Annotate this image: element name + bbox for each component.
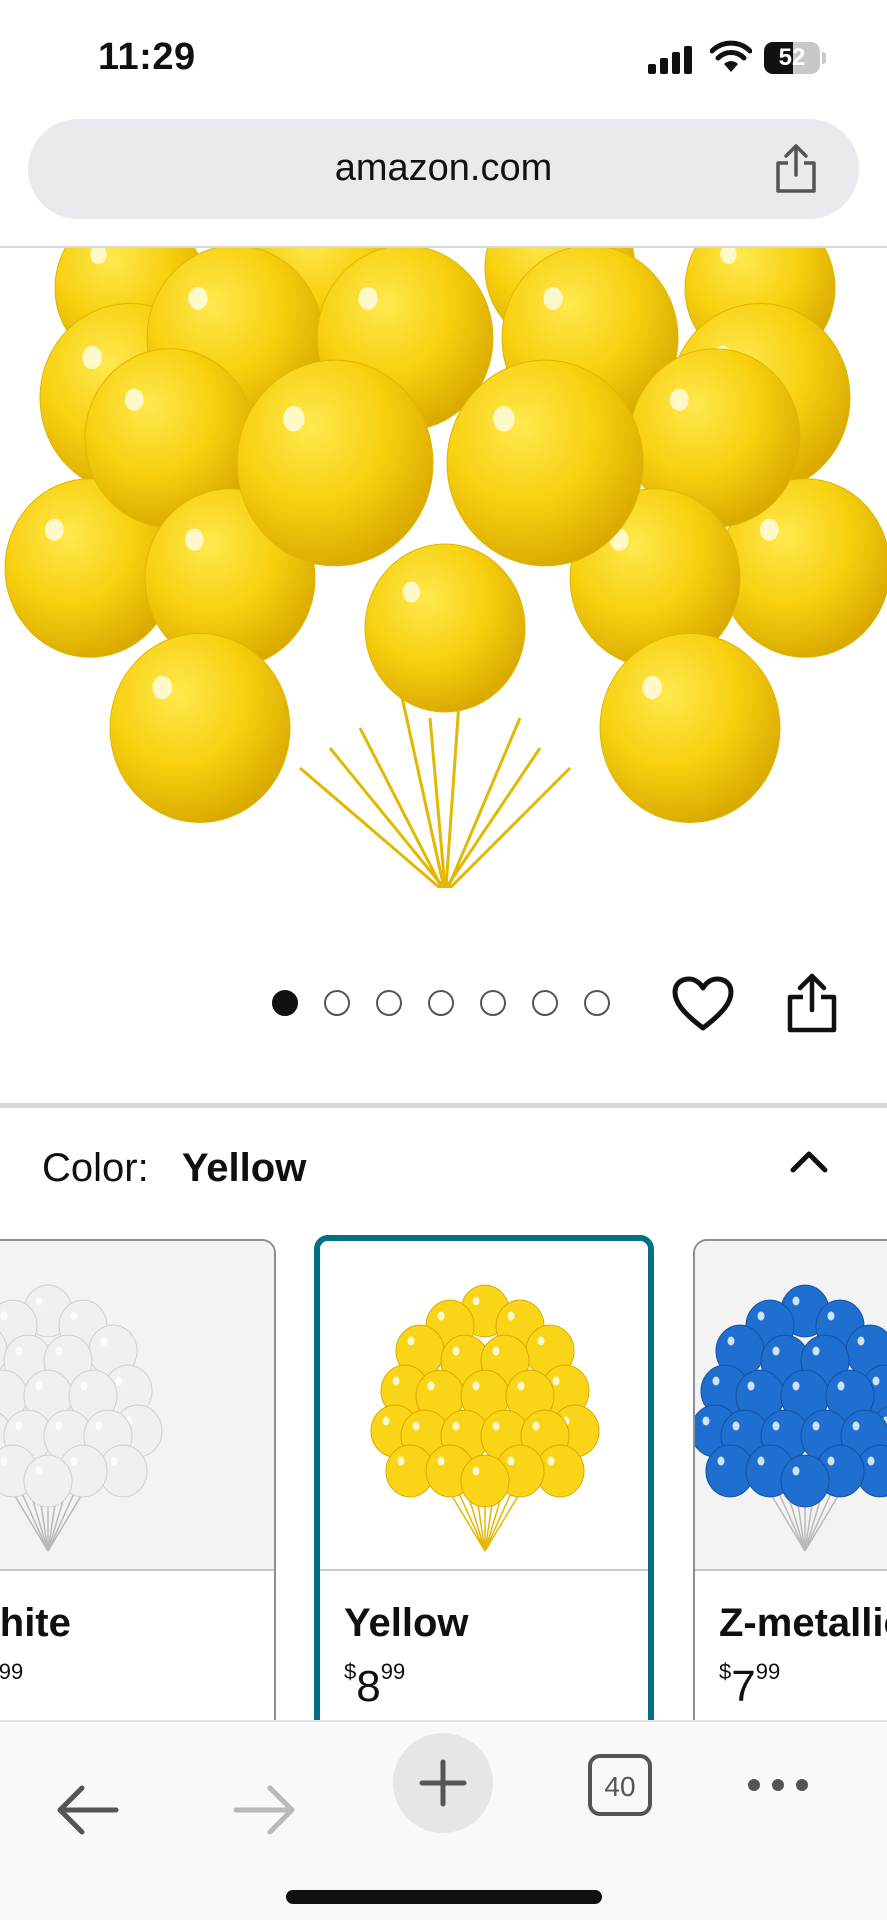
carousel-dot[interactable] bbox=[584, 990, 610, 1016]
share-icon[interactable] bbox=[784, 972, 840, 1034]
color-swatch-z-metallic[interactable]: Z-metallic $799 bbox=[693, 1239, 887, 1720]
status-bar: 11:29 52 bbox=[0, 0, 887, 110]
status-time: 11:29 bbox=[98, 36, 196, 78]
selected-color: Yellow bbox=[181, 1146, 307, 1190]
plus-icon bbox=[419, 1759, 467, 1807]
carousel-dot[interactable] bbox=[324, 990, 350, 1016]
yellow-balloons-image bbox=[4, 248, 887, 888]
product-image[interactable] bbox=[0, 248, 887, 888]
section-divider bbox=[0, 1103, 887, 1108]
more-options-icon[interactable] bbox=[745, 1774, 811, 1796]
carousel-dot[interactable] bbox=[376, 990, 402, 1016]
color-label: Color: bbox=[42, 1146, 149, 1190]
color-swatch-white[interactable]: White $899 bbox=[0, 1239, 276, 1720]
battery-percentage: 52 bbox=[778, 44, 806, 71]
swatch-price: $799 bbox=[719, 1659, 781, 1711]
address-bar[interactable]: amazon.com bbox=[28, 119, 859, 219]
swatch-name: White bbox=[0, 1601, 71, 1645]
battery-icon: 52 bbox=[764, 42, 826, 74]
color-selector-header: Color: Yellow bbox=[42, 1146, 306, 1191]
carousel-dot[interactable] bbox=[272, 990, 298, 1016]
heart-icon[interactable] bbox=[672, 976, 734, 1032]
home-indicator bbox=[286, 1890, 602, 1904]
swatch-name: Z-metallic bbox=[719, 1601, 887, 1645]
carousel-dot[interactable] bbox=[480, 990, 506, 1016]
swatch-thumbnail bbox=[0, 1241, 274, 1571]
image-carousel-indicators[interactable] bbox=[272, 990, 610, 1018]
forward-arrow-icon[interactable] bbox=[232, 1782, 298, 1838]
url-text[interactable]: amazon.com bbox=[28, 147, 859, 190]
carousel-dot[interactable] bbox=[428, 990, 454, 1016]
swatch-price: $899 bbox=[344, 1659, 406, 1711]
swatch-name: Yellow bbox=[344, 1601, 469, 1645]
chevron-up-icon[interactable] bbox=[788, 1140, 830, 1182]
browser-toolbar: 40 bbox=[0, 1720, 887, 1920]
wifi-icon bbox=[710, 40, 752, 72]
swatch-thumbnail bbox=[695, 1241, 887, 1571]
share-icon[interactable] bbox=[768, 141, 824, 197]
tab-count: 40 bbox=[604, 1771, 636, 1802]
swatch-price: $899 bbox=[0, 1659, 24, 1684]
carousel-dot[interactable] bbox=[532, 990, 558, 1016]
swatch-thumbnail bbox=[320, 1241, 648, 1571]
back-arrow-icon[interactable] bbox=[54, 1782, 120, 1838]
cellular-signal-icon bbox=[648, 44, 692, 74]
color-swatch-list[interactable]: White $899 Yellow $899 Z-metallic $799 bbox=[0, 1235, 887, 1720]
new-tab-button[interactable] bbox=[393, 1733, 493, 1833]
tabs-button[interactable]: 40 bbox=[588, 1754, 652, 1816]
color-swatch-yellow[interactable]: Yellow $899 bbox=[314, 1235, 654, 1720]
